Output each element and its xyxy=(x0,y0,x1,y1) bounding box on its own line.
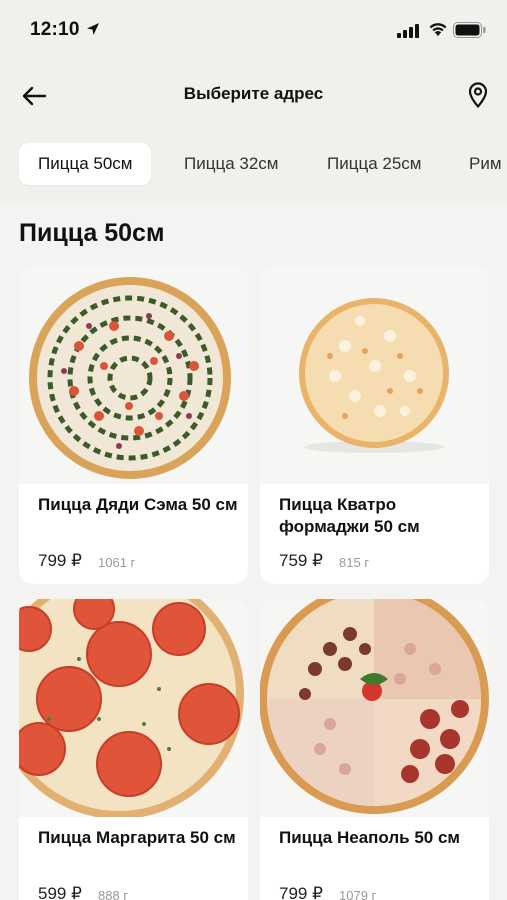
wifi-icon xyxy=(429,23,447,36)
location-arrow-icon xyxy=(87,23,99,35)
product-name: Пицца Маргарита 50 см xyxy=(38,828,236,847)
address-selector[interactable]: Выберите адрес xyxy=(0,84,507,104)
product-card[interactable]: Пицца Кватро формаджи 50 см 759 ₽ 815 г xyxy=(260,266,489,584)
product-price: 759 ₽ xyxy=(279,551,323,570)
product-card[interactable]: Пицца Маргарита 50 см 599 ₽ 888 г xyxy=(19,599,248,900)
map-pin-icon xyxy=(468,82,488,108)
product-weight: 815 г xyxy=(339,555,370,570)
section-title: Пицца 50см xyxy=(19,219,165,247)
status-time: 12:10 xyxy=(30,19,80,40)
battery-icon xyxy=(453,22,486,38)
product-name: Пицца Неаполь 50 см xyxy=(279,828,461,847)
tab-rim[interactable]: Рим xyxy=(450,143,507,185)
tab-pizza-32[interactable]: Пицца 32см xyxy=(165,143,297,185)
tab-pizza-25[interactable]: Пицца 25см xyxy=(308,143,440,185)
product-card[interactable]: Пицца Дяди Сэма 50 см 799 ₽ 1061 г xyxy=(19,266,248,584)
product-list: Пицца 50см Пицца Дяди Сэма 50 см 799 ₽ 1… xyxy=(0,202,507,900)
product-price: 799 ₽ xyxy=(38,551,82,570)
product-image xyxy=(260,266,489,484)
status-bar: 12:10 xyxy=(0,0,507,60)
header: Выберите адрес xyxy=(0,68,507,124)
product-name: Пицца Дяди Сэма 50 см xyxy=(38,495,238,514)
tab-pizza-50[interactable]: Пицца 50см xyxy=(19,143,152,185)
product-weight: 1061 г xyxy=(98,555,136,570)
product-image xyxy=(19,599,248,817)
product-price: 599 ₽ xyxy=(38,884,82,900)
location-button[interactable] xyxy=(462,78,494,112)
product-image xyxy=(260,599,489,817)
product-image xyxy=(19,266,248,484)
product-name: Пицца Кватро формаджи 50 см xyxy=(279,495,420,536)
category-tabs: Пицца 50см Пицца 32см Пицца 25см Рим xyxy=(0,143,507,187)
product-weight: 1079 г xyxy=(339,888,377,900)
cellular-signal-icon xyxy=(397,24,419,38)
product-card[interactable]: Пицца Неаполь 50 см 799 ₽ 1079 г xyxy=(260,599,489,900)
product-weight: 888 г xyxy=(98,888,129,900)
product-price: 799 ₽ xyxy=(279,884,323,900)
